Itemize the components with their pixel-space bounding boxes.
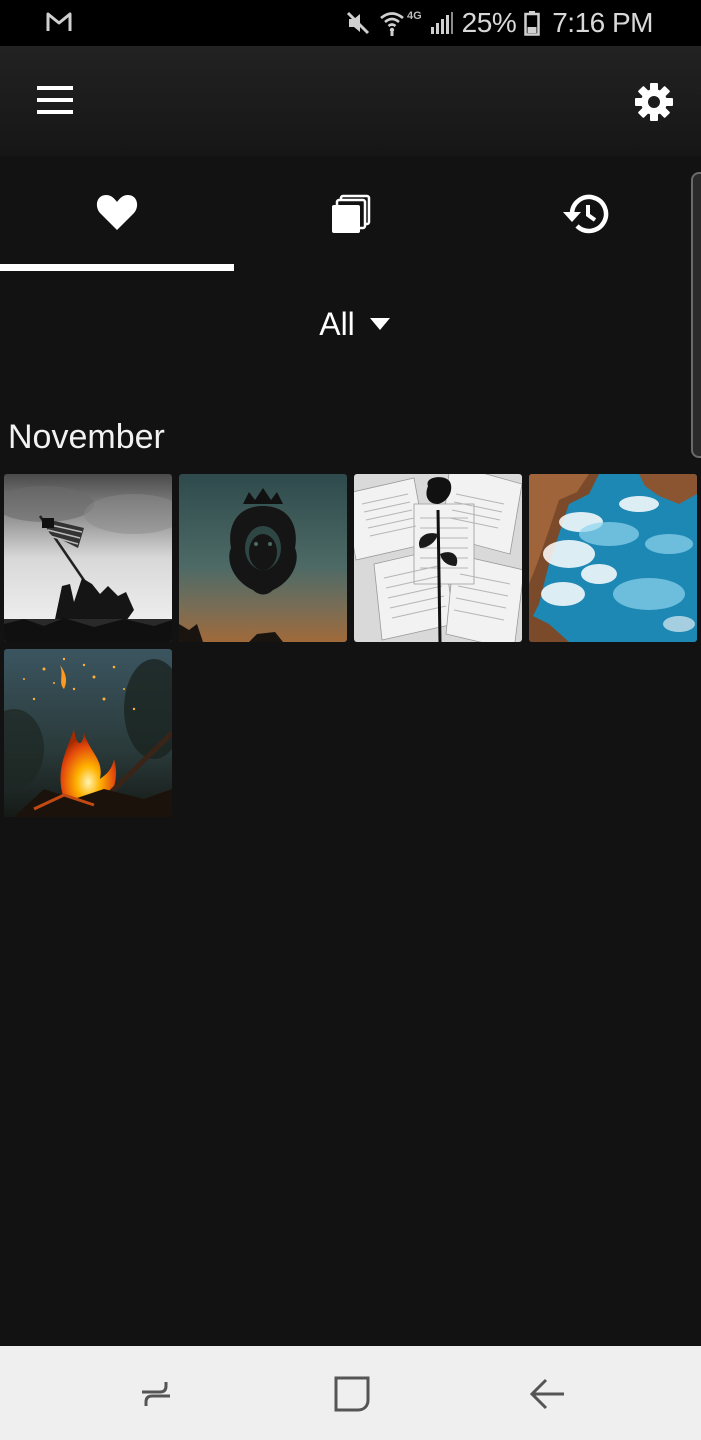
tab-history[interactable]	[468, 156, 701, 272]
gmail-icon	[46, 12, 72, 31]
stacked-cards-icon	[332, 194, 371, 233]
filter-label: All	[319, 305, 355, 342]
thumbnail-flag-raising[interactable]	[4, 474, 172, 642]
thumbnail-lion[interactable]	[179, 474, 347, 642]
tab-bar	[0, 156, 701, 272]
thumbnail-ocean[interactable]	[529, 474, 697, 642]
history-icon	[563, 194, 609, 234]
flag-raising-image	[4, 474, 172, 642]
lion-crown-image	[179, 474, 347, 642]
menu-button[interactable]	[30, 78, 80, 122]
campfire-image	[4, 649, 172, 817]
rose-on-pages-image	[354, 474, 522, 642]
battery-percent: 25%	[461, 7, 517, 38]
heart-icon	[96, 195, 138, 230]
recent-apps-icon	[142, 1382, 170, 1406]
back-icon	[529, 1378, 564, 1410]
back-button[interactable]	[524, 1370, 572, 1418]
tab-favorites[interactable]	[0, 156, 234, 272]
thumbnail-campfire[interactable]	[4, 649, 172, 817]
caret-down-icon	[369, 318, 390, 330]
fast-scroll-handle[interactable]	[691, 172, 701, 458]
settings-button[interactable]	[630, 78, 678, 126]
tab-selected-indicator	[0, 264, 234, 271]
wifi-icon	[380, 12, 404, 36]
network-type-label: 4G	[406, 10, 422, 22]
gear-icon	[635, 83, 673, 121]
section-title: November	[8, 418, 165, 456]
thumbnail-rose[interactable]	[354, 474, 522, 642]
status-time: 7:16 PM	[552, 7, 653, 38]
filter-dropdown[interactable]: All	[300, 300, 410, 348]
status-bar: 4G 25% 7:16 PM	[0, 0, 701, 46]
home-icon	[334, 1376, 370, 1412]
battery-icon	[524, 11, 540, 36]
hamburger-menu-icon	[37, 86, 73, 114]
app-bar	[0, 46, 701, 156]
signal-icon	[430, 12, 453, 34]
system-nav-bar	[0, 1346, 701, 1440]
tab-collections[interactable]	[234, 156, 468, 272]
ocean-rocks-image	[529, 474, 697, 642]
recent-apps-button[interactable]	[132, 1370, 180, 1418]
home-button[interactable]	[328, 1370, 376, 1418]
mute-icon	[346, 11, 370, 35]
